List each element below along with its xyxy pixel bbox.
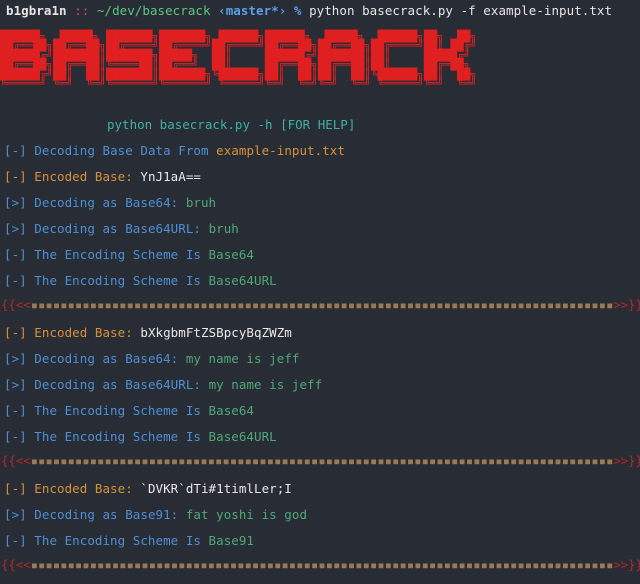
separator-right-brace: >>}} — [613, 297, 640, 312]
separator-right-brace: >>}} — [613, 453, 640, 468]
separator-right-brace: >>}} — [613, 557, 640, 572]
decoding-header-line: [-] Decoding Base Data From example-inpu… — [4, 142, 345, 160]
decoding-as-scheme: Base64: — [125, 195, 186, 210]
scheme-result-line: [-] The Encoding Scheme Is Base91 — [4, 532, 254, 550]
decoding-as-line: [>] Decoding as Base64: my name is jeff — [4, 350, 299, 368]
encoded-base-line: [-] Encoded Base: `DVKR`dTi#1timlLer;I — [4, 480, 292, 498]
decoding-as-line: [>] Decoding as Base64URL: bruh — [4, 220, 239, 238]
decoding-as-line: [>] Decoding as Base64: bruh — [4, 194, 216, 212]
scheme-result-label: [-] The Encoding Scheme Is — [4, 247, 209, 262]
block-separator: {{<<▪▪▪▪▪▪▪▪▪▪▪▪▪▪▪▪▪▪▪▪▪▪▪▪▪▪▪▪▪▪▪▪▪▪▪▪… — [1, 296, 640, 314]
decoding-as-label: [>] Decoding as — [4, 377, 126, 392]
prompt-username: b1gbra1n — [6, 3, 67, 18]
decoding-header-label: Decoding Base Data From — [34, 143, 217, 158]
prompt-separator: :: — [74, 3, 90, 18]
scheme-result-label: [-] The Encoding Scheme Is — [4, 273, 209, 288]
help-hint-line: python basecrack.py -h [FOR HELP] — [107, 117, 356, 132]
terminal-window: b1gbra1n :: ~/dev/basecrack ‹master*› % … — [0, 0, 640, 584]
decoding-as-label: [>] Decoding as — [4, 351, 126, 366]
decoding-as-scheme: Base64URL: — [125, 221, 209, 236]
scheme-result-label: [-] The Encoding Scheme Is — [4, 403, 209, 418]
decoding-as-label: [>] Decoding as — [4, 195, 126, 210]
prompt-git-branch: ‹master*› — [218, 3, 287, 18]
separator-fill: ▪▪▪▪▪▪▪▪▪▪▪▪▪▪▪▪▪▪▪▪▪▪▪▪▪▪▪▪▪▪▪▪▪▪▪▪▪▪▪▪… — [30, 297, 614, 312]
decoding-as-result: bruh — [185, 195, 217, 210]
prompt-path: ~/dev/basecrack — [96, 3, 211, 18]
scheme-result-value: Base64URL — [208, 429, 277, 444]
separator-fill: ▪▪▪▪▪▪▪▪▪▪▪▪▪▪▪▪▪▪▪▪▪▪▪▪▪▪▪▪▪▪▪▪▪▪▪▪▪▪▪▪… — [30, 557, 614, 572]
decoding-as-scheme: Base91: — [125, 507, 186, 522]
encoded-base-value: YnJ1aA== — [140, 169, 201, 184]
decoding-as-result: my name is jeff — [208, 377, 323, 392]
encoded-base-line: [-] Encoded Base: YnJ1aA== — [4, 168, 201, 186]
scheme-result-value: Base64URL — [208, 273, 277, 288]
scheme-result-value: Base64 — [208, 403, 255, 418]
decoding-as-result: fat yoshi is god — [185, 507, 308, 522]
decoding-as-result: bruh — [208, 221, 239, 236]
decoding-as-label: [>] Decoding as — [4, 221, 126, 236]
decoding-header-filename: example-input.txt — [216, 143, 345, 158]
encoded-base-label: [-] Encoded Base: — [4, 325, 141, 340]
scheme-result-line: [-] The Encoding Scheme Is Base64 — [4, 402, 254, 420]
scheme-result-line: [-] The Encoding Scheme Is Base64URL — [4, 428, 277, 446]
separator-left-brace: {{<< — [1, 453, 31, 468]
separator-fill: ▪▪▪▪▪▪▪▪▪▪▪▪▪▪▪▪▪▪▪▪▪▪▪▪▪▪▪▪▪▪▪▪▪▪▪▪▪▪▪▪… — [30, 453, 614, 468]
decoding-as-line: [>] Decoding as Base91: fat yoshi is god — [4, 506, 307, 524]
decoding-as-scheme: Base64URL: — [125, 377, 209, 392]
prompt-command: python basecrack.py -f example-input.txt — [309, 3, 613, 18]
decoding-as-line: [>] Decoding as Base64URL: my name is je… — [4, 376, 322, 394]
decoding-as-result: my name is jeff — [185, 351, 300, 366]
basecrack-ascii-banner: ██████╗ █████╗ ███████╗███████╗ ██████╗█… — [0, 30, 477, 91]
block-separator: {{<<▪▪▪▪▪▪▪▪▪▪▪▪▪▪▪▪▪▪▪▪▪▪▪▪▪▪▪▪▪▪▪▪▪▪▪▪… — [1, 452, 640, 470]
scheme-result-label: [-] The Encoding Scheme Is — [4, 533, 209, 548]
scheme-result-line: [-] The Encoding Scheme Is Base64 — [4, 246, 254, 264]
shell-prompt-line: b1gbra1n :: ~/dev/basecrack ‹master*› % … — [6, 1, 612, 21]
separator-left-brace: {{<< — [1, 297, 31, 312]
separator-left-brace: {{<< — [1, 557, 31, 572]
block-separator: {{<<▪▪▪▪▪▪▪▪▪▪▪▪▪▪▪▪▪▪▪▪▪▪▪▪▪▪▪▪▪▪▪▪▪▪▪▪… — [1, 556, 640, 574]
decoding-as-scheme: Base64: — [125, 351, 186, 366]
encoded-base-line: [-] Encoded Base: bXkgbmFtZSBpcyBqZWZm — [4, 324, 292, 342]
encoded-base-label: [-] Encoded Base: — [4, 169, 141, 184]
scheme-result-value: Base64 — [208, 247, 255, 262]
decoding-header-tag: [-] — [4, 143, 35, 158]
decoding-as-label: [>] Decoding as — [4, 507, 126, 522]
encoded-base-label: [-] Encoded Base: — [4, 481, 141, 496]
scheme-result-value: Base91 — [208, 533, 255, 548]
encoded-base-value: `DVKR`dTi#1timlLer;I — [140, 481, 292, 496]
scheme-result-line: [-] The Encoding Scheme Is Base64URL — [4, 272, 277, 290]
scheme-result-label: [-] The Encoding Scheme Is — [4, 429, 209, 444]
encoded-base-value: bXkgbmFtZSBpcyBqZWZm — [140, 325, 292, 340]
